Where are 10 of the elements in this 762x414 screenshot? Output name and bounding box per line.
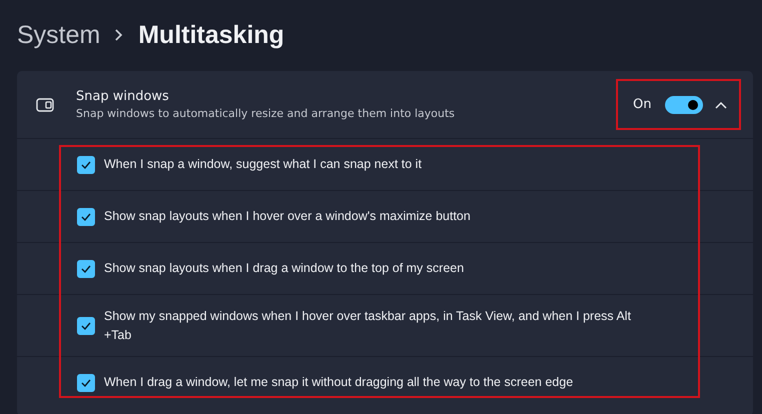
checkbox-label: Show snap layouts when I drag a window to the top of my screen [104, 260, 465, 277]
checkbox-label: Show my snapped windows when I hover over taskbar apps, in Task View, and when I press Alt +Tab [104, 308, 632, 344]
toggle-state-label: On [633, 97, 652, 112]
checkbox-label: When I snap a window, suggest what I can snap next to it [104, 156, 423, 173]
setting-title: Snap windows [76, 89, 170, 104]
checkbox-label: When I drag a window, let me snap it without dragging all the way to the screen edge [104, 374, 574, 391]
checkbox-label: Show snap layouts when I hover over a window's maximize button [104, 208, 472, 225]
setting-description: Snap windows to automatically resize and arrange them into layouts [76, 107, 456, 120]
breadcrumb-link[interactable]: System [17, 20, 100, 50]
page-title: Multitasking [138, 20, 284, 50]
